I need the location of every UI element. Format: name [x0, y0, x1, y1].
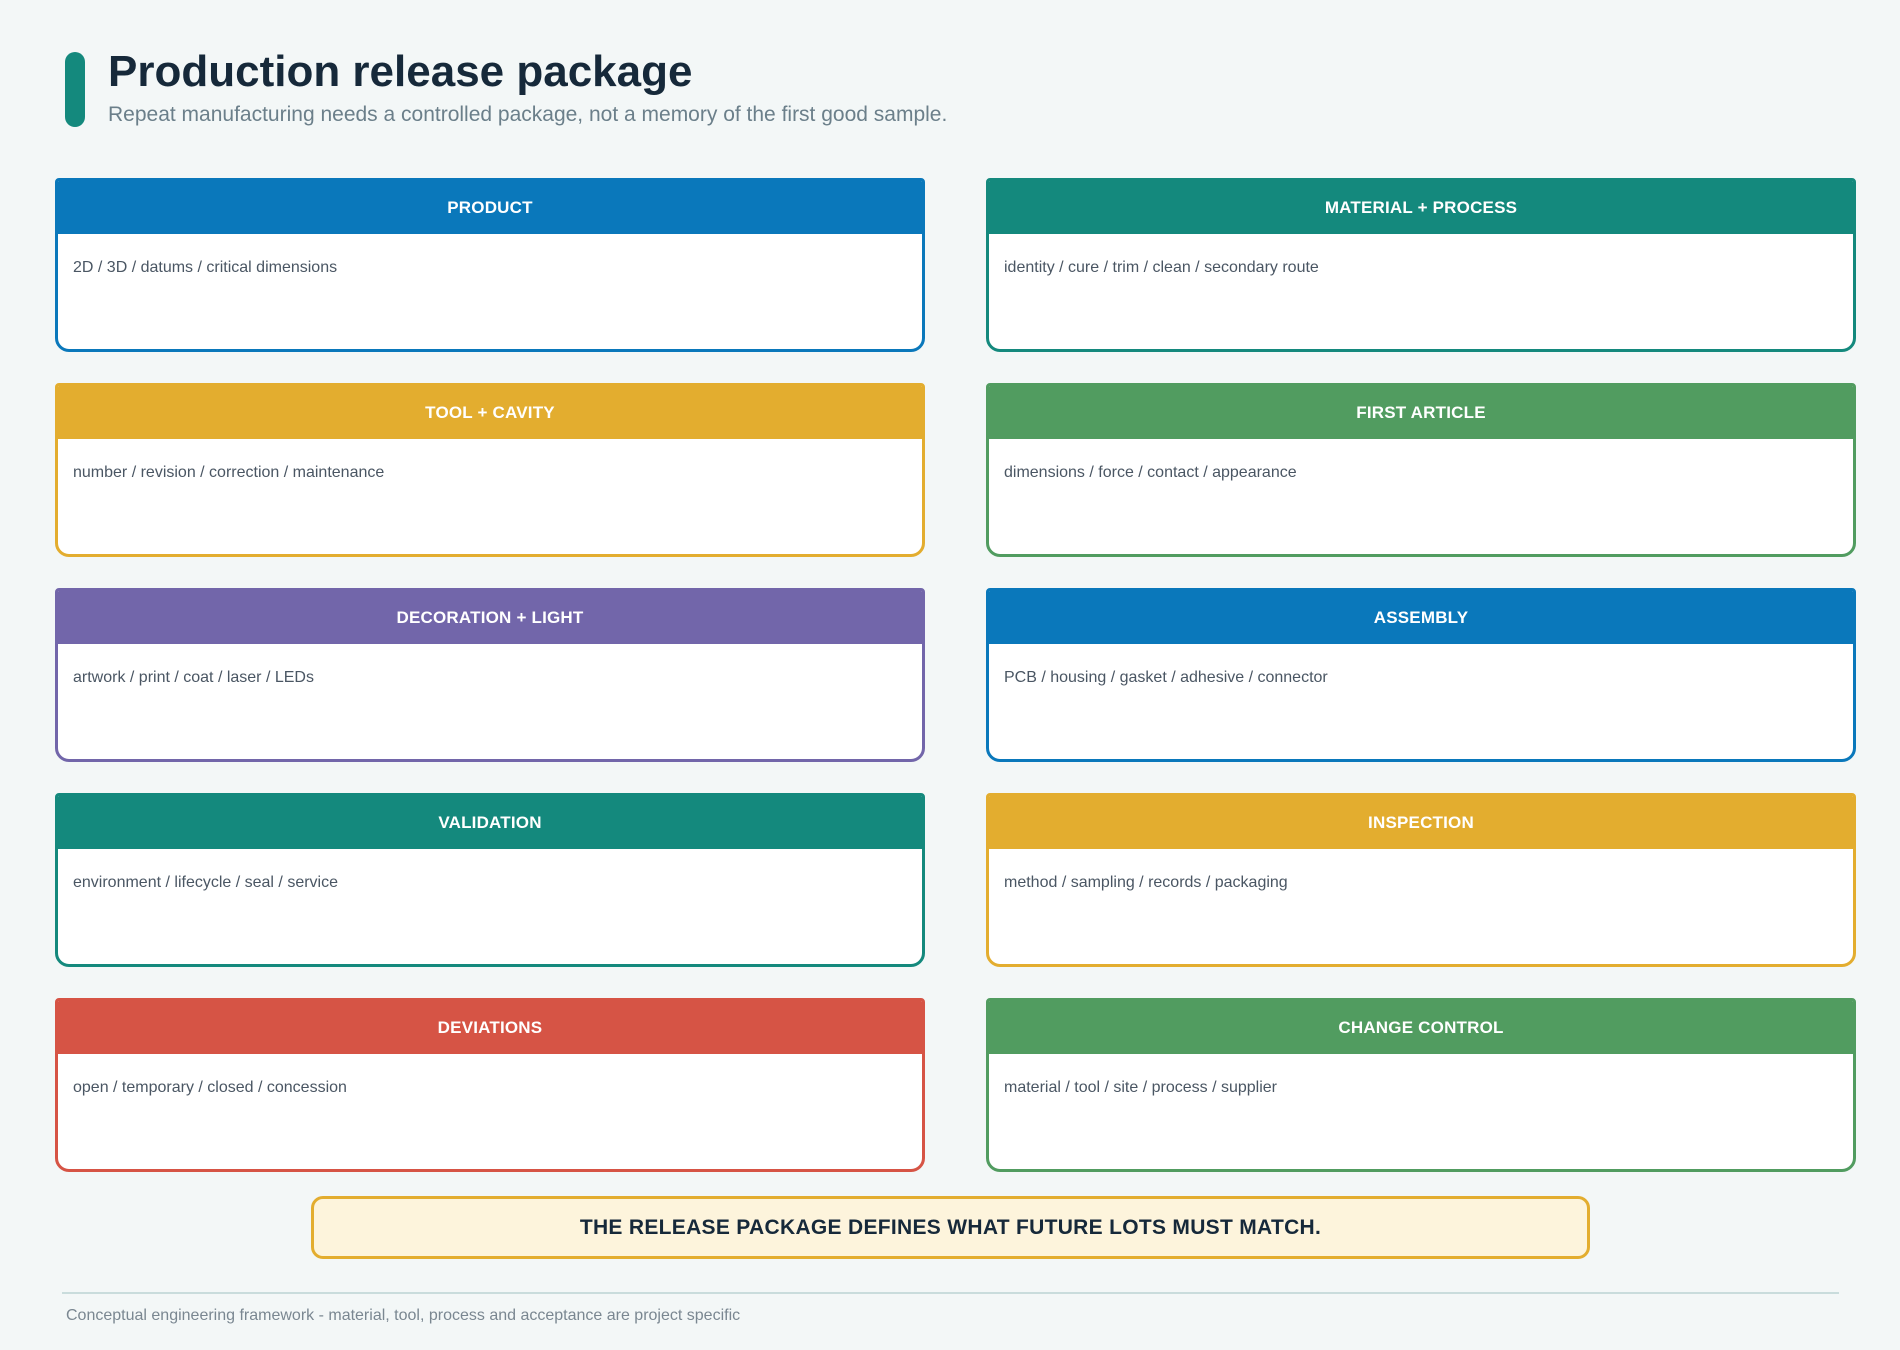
card-inspection: INSPECTION method / sampling / records /…: [986, 793, 1856, 967]
card-product: PRODUCT 2D / 3D / datums / critical dime…: [55, 178, 925, 352]
card-body: environment / lifecycle / seal / service: [73, 874, 338, 891]
card-material-process: MATERIAL + PROCESS identity / cure / tri…: [986, 178, 1856, 352]
card-change-control: CHANGE CONTROL material / tool / site / …: [986, 998, 1856, 1172]
card-header: PRODUCT: [58, 181, 922, 234]
summary-callout: THE RELEASE PACKAGE DEFINES WHAT FUTURE …: [311, 1196, 1590, 1259]
card-body: 2D / 3D / datums / critical dimensions: [73, 259, 338, 276]
title-accent-bar: [65, 52, 85, 127]
card-header: TOOL + CAVITY: [58, 386, 922, 439]
card-header: ASSEMBLY: [989, 591, 1853, 644]
card-grid: PRODUCT 2D / 3D / datums / critical dime…: [55, 178, 1856, 1172]
card-first-article: FIRST ARTICLE dimensions / force / conta…: [986, 383, 1856, 557]
card-body: identity / cure / trim / clean / seconda…: [1004, 259, 1319, 276]
card-body: dimensions / force / contact / appearanc…: [1004, 464, 1297, 481]
card-tool-cavity: TOOL + CAVITY number / revision / correc…: [55, 383, 925, 557]
card-deviations: DEVIATIONS open / temporary / closed / c…: [55, 998, 925, 1172]
card-header: FIRST ARTICLE: [989, 386, 1853, 439]
card-assembly: ASSEMBLY PCB / housing / gasket / adhesi…: [986, 588, 1856, 762]
card-header: MATERIAL + PROCESS: [989, 181, 1853, 234]
card-body: material / tool / site / process / suppl…: [1004, 1079, 1277, 1096]
card-body: open / temporary / closed / concession: [73, 1079, 347, 1096]
footer-divider: [62, 1292, 1839, 1294]
card-decoration-light: DECORATION + LIGHT artwork / print / coa…: [55, 588, 925, 762]
card-body: method / sampling / records / packaging: [1004, 874, 1288, 891]
card-body: number / revision / correction / mainten…: [73, 464, 385, 481]
card-header: DECORATION + LIGHT: [58, 591, 922, 644]
page-subtitle: Repeat manufacturing needs a controlled …: [108, 103, 948, 126]
card-validation: VALIDATION environment / lifecycle / sea…: [55, 793, 925, 967]
card-body: PCB / housing / gasket / adhesive / conn…: [1004, 669, 1328, 686]
footer-note: Conceptual engineering framework - mater…: [66, 1307, 741, 1324]
card-header: CHANGE CONTROL: [989, 1001, 1853, 1054]
card-header: DEVIATIONS: [58, 1001, 922, 1054]
page-title: Production release package: [108, 47, 693, 96]
card-body: artwork / print / coat / laser / LEDs: [73, 669, 314, 686]
card-header: VALIDATION: [58, 796, 922, 849]
card-header: INSPECTION: [989, 796, 1853, 849]
